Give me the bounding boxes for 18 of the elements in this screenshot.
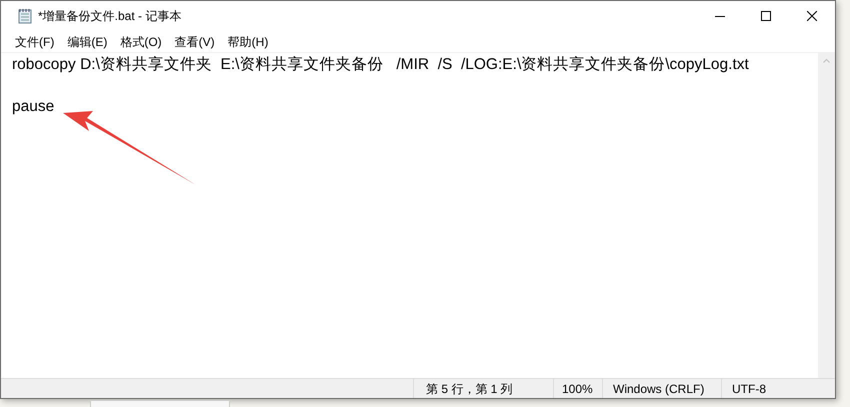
notepad-icon — [18, 8, 32, 24]
window-title: *增量备份文件.bat - 记事本 — [38, 8, 182, 25]
menu-item[interactable]: 文件(F) — [10, 32, 60, 50]
menu-item[interactable]: 帮助(H) — [222, 32, 274, 50]
maximize-icon — [761, 11, 771, 21]
text-editor[interactable]: robocopy D:\资料共享文件夹 E:\资料共享文件夹备份 /MIR /S /LOG:E:\资料共享文件夹备份\copyLog.txt pause — [1, 53, 818, 378]
close-icon — [807, 11, 817, 21]
cursor-position: 第 5 行，第 1 列 — [426, 380, 513, 398]
encoding: UTF-8 — [732, 380, 766, 398]
vertical-scrollbar[interactable] — [818, 53, 835, 378]
menu-item[interactable]: 编辑(E) — [62, 32, 112, 50]
editor-line: robocopy D:\资料共享文件夹 E:\资料共享文件夹备份 /MIR /S /LOG:E:\资料共享文件夹备份\copyLog.txt — [12, 56, 749, 73]
zoom-level: 100% — [562, 380, 593, 398]
scroll-up-icon — [823, 59, 830, 63]
editor-line: pause — [12, 98, 54, 115]
menu-item[interactable]: 查看(V) — [170, 32, 220, 50]
menu-item[interactable]: 格式(O) — [115, 32, 167, 50]
line-ending: Windows (CRLF) — [613, 380, 704, 398]
